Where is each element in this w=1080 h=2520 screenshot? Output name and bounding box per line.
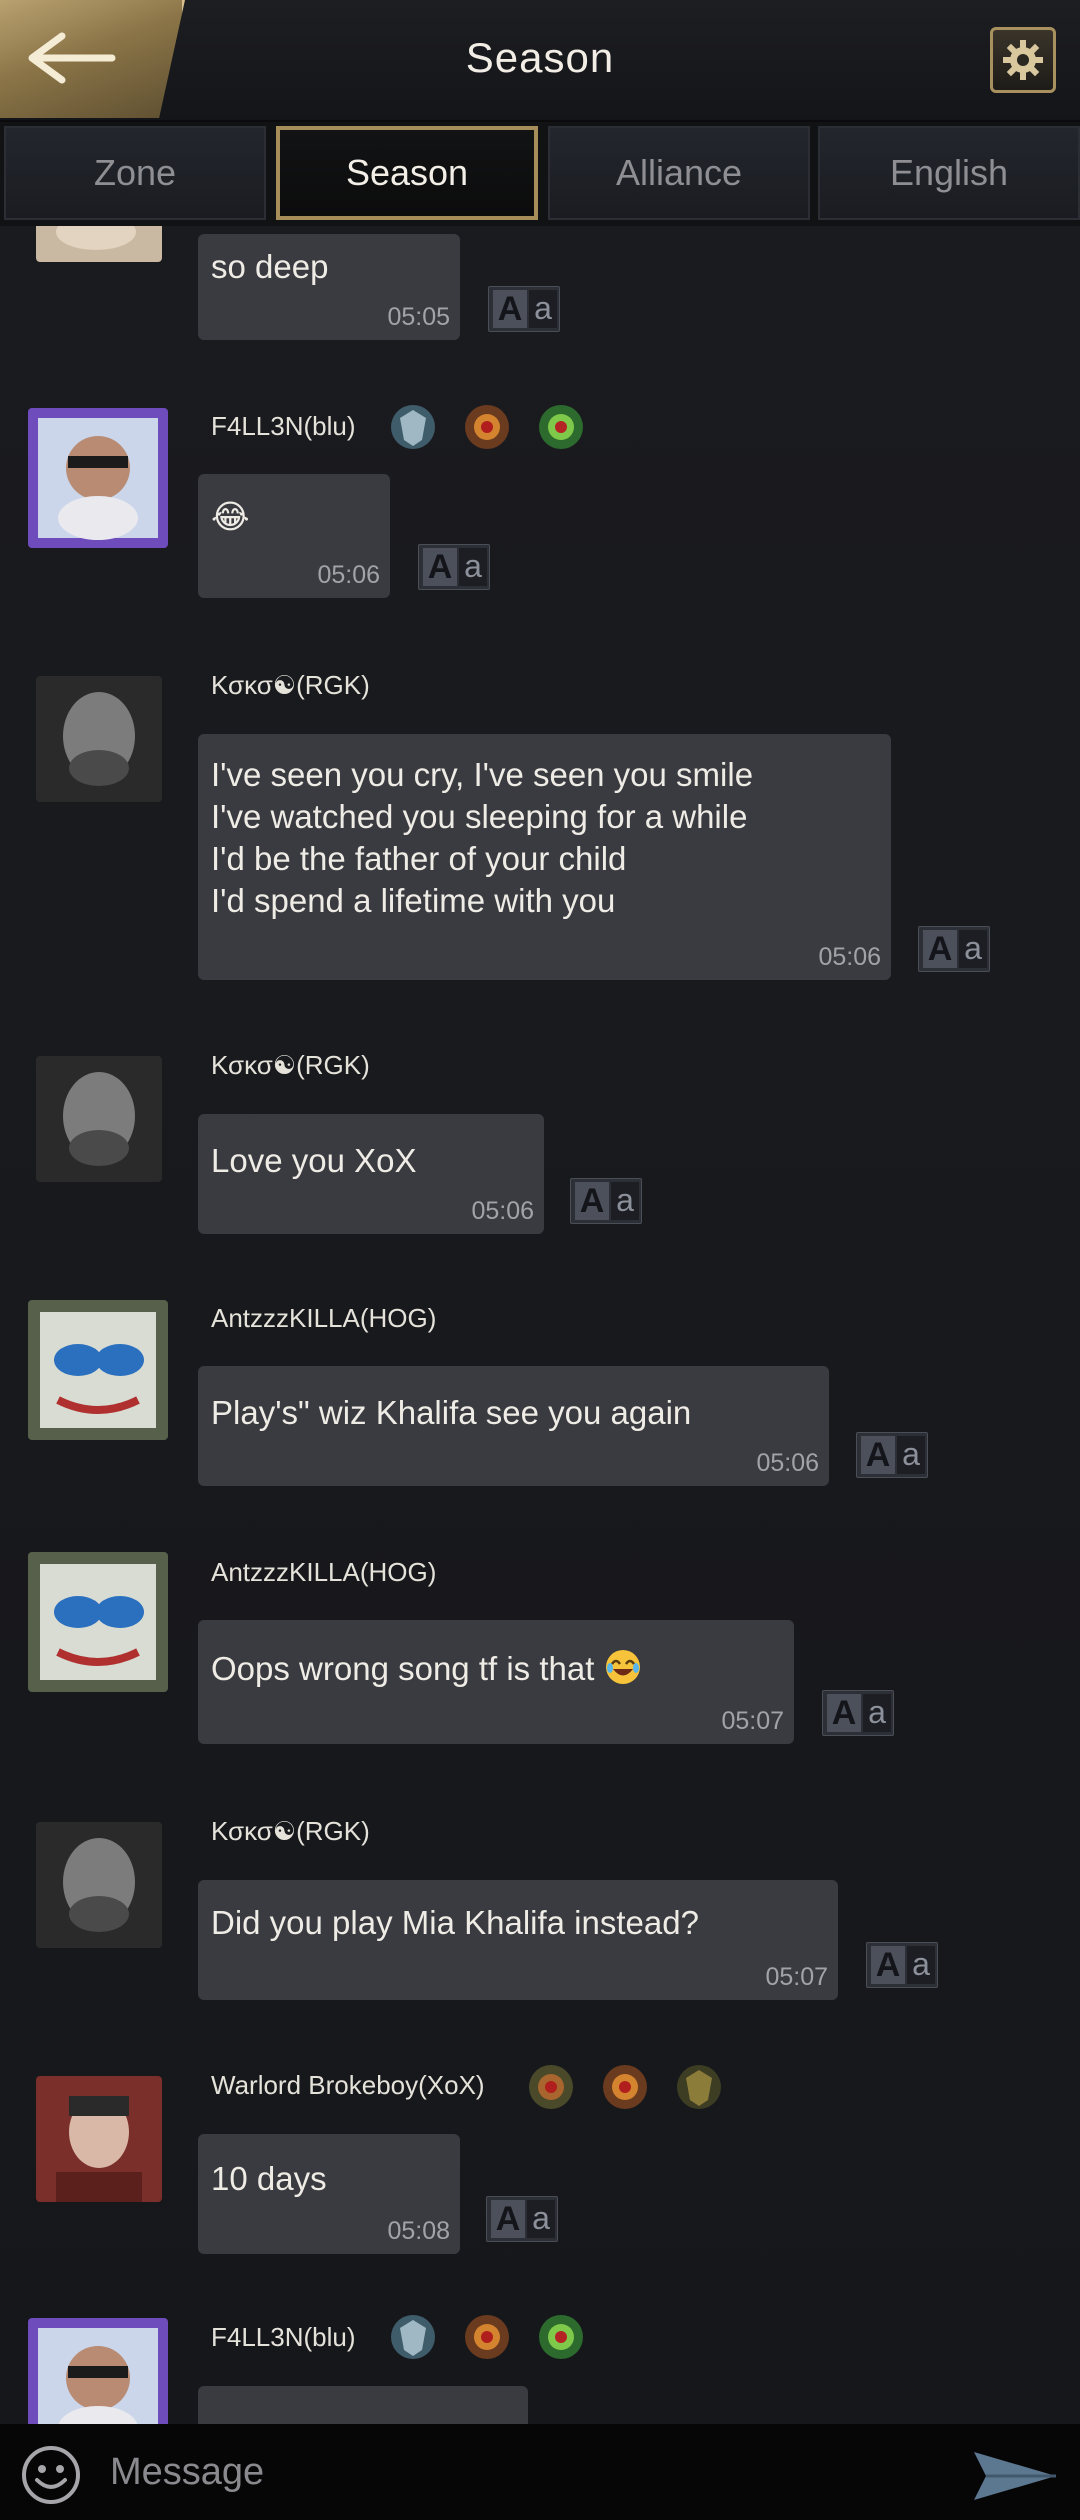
crest-badge-icon [465, 405, 509, 449]
wreath-badge-icon [539, 405, 583, 449]
message-bubble[interactable]: Did you play Mia Khalifa instead? 05:07 [198, 1880, 838, 2000]
message-text: Love you XoX [211, 1142, 417, 1179]
message-bubble[interactable]: 😂 05:06 [198, 474, 390, 598]
avatar[interactable] [36, 226, 162, 262]
message-time: 05:06 [818, 943, 881, 971]
translate-button[interactable]: Aa [418, 544, 490, 590]
avatar[interactable] [36, 1056, 162, 1182]
message-time: 05:06 [756, 1449, 819, 1477]
message-input[interactable] [110, 2440, 930, 2504]
message-bubble[interactable]: 10 days 05:08 [198, 2134, 460, 2254]
page-title: Season [465, 34, 615, 81]
tab-season[interactable]: Season [276, 126, 538, 220]
message-bubble[interactable]: Love you XoX 05:06 [198, 1114, 544, 1234]
avatar[interactable] [36, 1822, 162, 1948]
tab-zone[interactable]: Zone [4, 126, 266, 220]
message-bubble[interactable]: so deep 05:05 [198, 234, 460, 340]
chat-messages[interactable]: so deep 05:05 Aa F4LL3N(blu) 😂 05:06 Aa … [0, 226, 1080, 2424]
message-text: so deep [211, 248, 329, 285]
translate-button[interactable]: Aa [918, 926, 990, 972]
avatar[interactable] [28, 2318, 168, 2424]
message-text: I've seen you cry, I've seen you smile I… [211, 756, 754, 919]
message-bubble[interactable]: Oops wrong song tf is that 05:07 [198, 1620, 794, 1744]
username[interactable]: AntzzzKILLA(HOG) [211, 1303, 436, 1334]
translate-button[interactable]: Aa [570, 1178, 642, 1224]
tab-english[interactable]: English [818, 126, 1080, 220]
channel-tabs: Zone Season Alliance English [0, 122, 1080, 226]
message-time: 05:07 [765, 1963, 828, 1991]
settings-button[interactable] [990, 27, 1056, 93]
message-text: Did you play Mia Khalifa instead? [211, 1904, 699, 1941]
username[interactable]: AntzzzKILLA(HOG) [211, 1557, 436, 1588]
message-composer [0, 2424, 1080, 2520]
tab-alliance[interactable]: Alliance [548, 126, 810, 220]
avatar[interactable] [28, 1552, 168, 1692]
top-bar: Season [0, 0, 1080, 122]
shield-badge-icon [677, 2065, 721, 2109]
message-time: 05:05 [387, 303, 450, 331]
message-time: 05:08 [387, 2217, 450, 2245]
shield-badge-icon [391, 405, 435, 449]
translate-button[interactable]: Aa [486, 2196, 558, 2242]
send-icon[interactable] [970, 2448, 1060, 2504]
message-text: 10 days [211, 2160, 327, 2197]
message-time: 05:07 [721, 1707, 784, 1735]
message-time: 05:06 [317, 561, 380, 589]
translate-button[interactable]: Aa [856, 1432, 928, 1478]
message-bubble[interactable]: I've seen you cry, I've seen you smile I… [198, 734, 891, 980]
message-bubble[interactable]: Play's" wiz Khalifa see you again 05:06 [198, 1366, 829, 1486]
avatar[interactable] [28, 1300, 168, 1440]
crest-badge-icon [603, 2065, 647, 2109]
avatar[interactable] [36, 676, 162, 802]
shield-badge-icon [391, 2315, 435, 2359]
translate-button[interactable]: Aa [866, 1942, 938, 1988]
username[interactable]: Warlord Brokeboy(XoX) [211, 2070, 485, 2101]
laughing-emoji-icon [605, 1650, 640, 1684]
avatar[interactable] [28, 408, 168, 548]
emoji-picker-icon[interactable] [20, 2444, 82, 2506]
crest-badge-icon [465, 2315, 509, 2359]
message-text: Play's" wiz Khalifa see you again [211, 1394, 692, 1431]
translate-button[interactable]: Aa [822, 1690, 894, 1736]
username[interactable]: Κσκσ☯(RGK) [211, 670, 370, 701]
username[interactable]: F4LL3N(blu) [211, 2322, 356, 2353]
crest-badge-icon [529, 2065, 573, 2109]
message-text: 😂 [211, 498, 250, 535]
message-time: 05:06 [471, 1197, 534, 1225]
avatar[interactable] [36, 2076, 162, 2202]
username[interactable]: F4LL3N(blu) [211, 411, 356, 442]
gear-icon [1003, 40, 1043, 80]
message-bubble[interactable] [198, 2386, 528, 2424]
wreath-badge-icon [539, 2315, 583, 2359]
translate-button[interactable]: Aa [488, 286, 560, 332]
username[interactable]: Κσκσ☯(RGK) [211, 1816, 370, 1847]
username[interactable]: Κσκσ☯(RGK) [211, 1050, 370, 1081]
message-text: Oops wrong song tf is that [211, 1648, 642, 1690]
